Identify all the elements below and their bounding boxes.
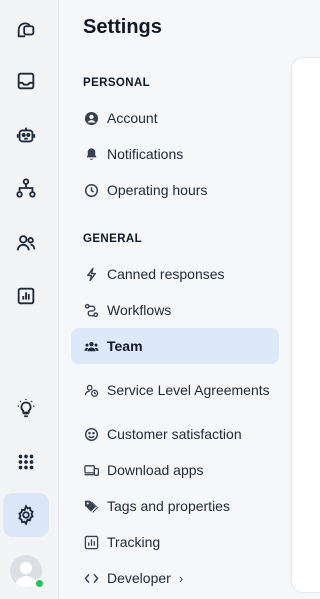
code-icon bbox=[83, 570, 99, 586]
chats-button[interactable] bbox=[3, 7, 49, 51]
lightbulb-icon bbox=[17, 398, 35, 418]
nav-item-label: Team bbox=[107, 338, 143, 354]
nav-item-customer-satisfaction[interactable]: Customer satisfaction bbox=[71, 416, 279, 452]
nav-item-label: Canned responses bbox=[107, 266, 225, 282]
nav-item-tracking[interactable]: Tracking bbox=[71, 524, 279, 560]
nav-item-team[interactable]: Team bbox=[71, 328, 279, 364]
clock-icon bbox=[83, 182, 99, 198]
settings-button[interactable] bbox=[3, 493, 49, 537]
section-title-personal: PERSONAL bbox=[83, 77, 151, 89]
icon-rail bbox=[0, 0, 59, 599]
bot-icon bbox=[16, 127, 36, 143]
nav-item-developer[interactable]: Developer › bbox=[71, 560, 279, 596]
nav-item-label: Account bbox=[107, 110, 158, 126]
apps-button[interactable] bbox=[3, 440, 49, 484]
smiley-icon bbox=[83, 426, 99, 442]
contacts-icon bbox=[16, 235, 36, 251]
workflow-icon bbox=[83, 302, 99, 318]
section-title-general: GENERAL bbox=[83, 233, 143, 245]
nav-item-label: Tracking bbox=[107, 534, 161, 550]
nav-item-tags-and-properties[interactable]: Tags and properties bbox=[71, 488, 279, 524]
nav-item-label: Notifications bbox=[107, 146, 184, 162]
team-icon bbox=[83, 338, 99, 354]
nav-item-label: Developer bbox=[107, 570, 171, 586]
nav-item-label: Download apps bbox=[107, 462, 204, 478]
bell-icon bbox=[83, 146, 99, 162]
content-panel bbox=[291, 57, 320, 593]
nav-item-workflows[interactable]: Workflows bbox=[71, 292, 279, 328]
nav-item-download-apps[interactable]: Download apps bbox=[71, 452, 279, 488]
inbox-button[interactable] bbox=[3, 59, 49, 103]
nav-item-label: Service Level Agreements bbox=[107, 382, 270, 398]
page-title: Settings bbox=[83, 16, 162, 38]
contacts-button[interactable] bbox=[3, 221, 49, 265]
nav-item-notifications[interactable]: Notifications bbox=[71, 136, 279, 172]
bot-button[interactable] bbox=[3, 113, 49, 157]
nav-item-label: Operating hours bbox=[107, 182, 208, 198]
sla-icon bbox=[83, 382, 99, 398]
tag-icon bbox=[83, 498, 99, 514]
chats-icon bbox=[17, 22, 35, 38]
online-status-dot bbox=[34, 578, 45, 589]
nav-item-canned-responses[interactable]: Canned responses bbox=[71, 256, 279, 292]
chart-icon bbox=[83, 534, 99, 550]
devices-icon bbox=[83, 462, 99, 478]
nav-item-label: Tags and properties bbox=[107, 498, 230, 514]
inbox-icon bbox=[17, 72, 35, 90]
ideas-button[interactable] bbox=[3, 386, 49, 430]
apps-grid-icon bbox=[18, 454, 34, 470]
gear-icon bbox=[18, 504, 34, 526]
nav-item-label: Workflows bbox=[107, 302, 172, 318]
nav-item-label: Customer satisfaction bbox=[107, 426, 242, 442]
chevron-right-icon: › bbox=[178, 570, 184, 586]
org-chart-button[interactable] bbox=[3, 166, 49, 210]
nav-item-account[interactable]: Account bbox=[71, 100, 279, 136]
settings-nav-panel: Settings PERSONAL Account Notifications … bbox=[60, 0, 290, 599]
reports-icon bbox=[17, 287, 35, 305]
nav-item-sla[interactable]: Service Level Agreements bbox=[71, 370, 279, 410]
account-icon bbox=[83, 110, 99, 126]
org-chart-icon bbox=[16, 178, 36, 198]
reports-button[interactable] bbox=[3, 274, 49, 318]
lightning-icon bbox=[83, 266, 99, 282]
nav-item-operating-hours[interactable]: Operating hours bbox=[71, 172, 279, 208]
